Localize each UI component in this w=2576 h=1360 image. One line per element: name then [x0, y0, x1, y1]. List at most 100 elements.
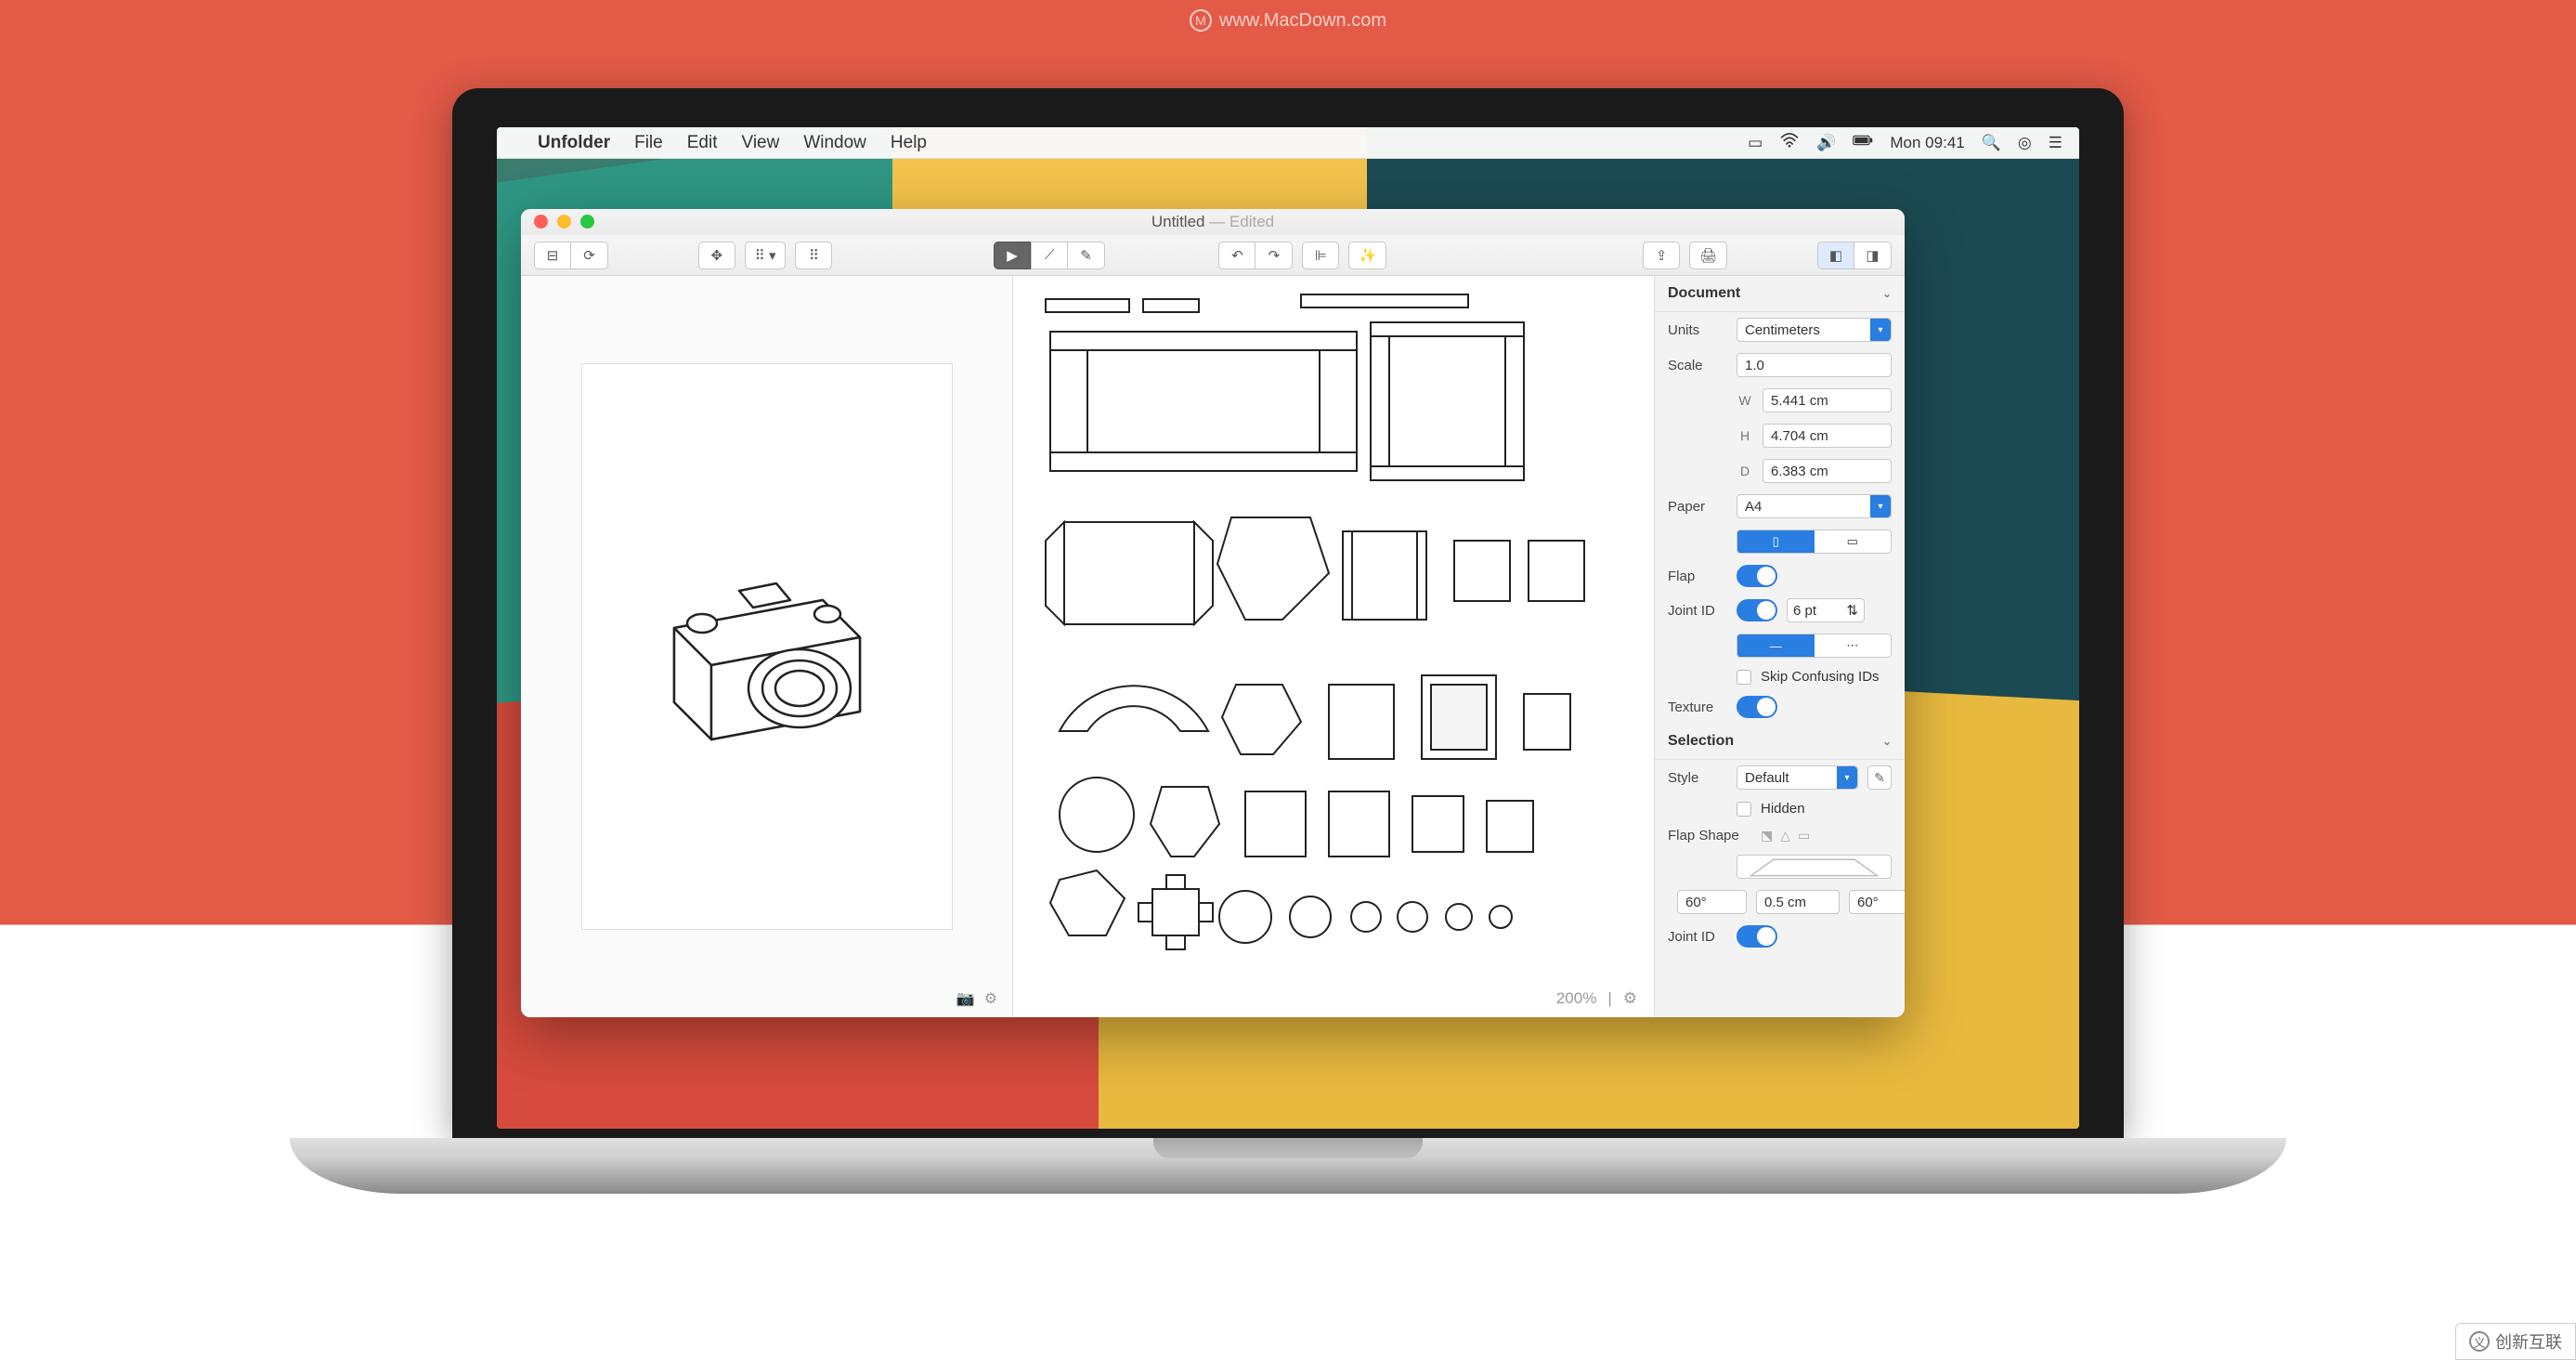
section-document-header[interactable]: Document ⌄	[1655, 276, 1905, 312]
scale-label: Scale	[1668, 358, 1727, 373]
grid-dropdown-button[interactable]: ⠿ ▾	[745, 242, 787, 269]
panel-right-button[interactable]: ◨	[1854, 242, 1892, 269]
jointid-style-b[interactable]: ⋯	[1815, 634, 1892, 657]
menu-file[interactable]: File	[634, 133, 663, 153]
window-title: Untitled — Edited	[1151, 213, 1274, 231]
texture-toggle[interactable]	[1737, 696, 1777, 718]
texture-label: Texture	[1668, 700, 1727, 715]
magic-button[interactable]: ✨	[1348, 242, 1386, 269]
sidebar-toggle-button[interactable]: ⊟	[534, 242, 571, 269]
move-tool-button[interactable]: ✥	[698, 242, 735, 269]
refresh-button[interactable]: ⟳	[571, 242, 608, 269]
portrait-icon[interactable]: ▯	[1737, 530, 1815, 553]
orientation-segment[interactable]: ▯ ▭	[1737, 530, 1892, 554]
zoom-level[interactable]: 200%	[1556, 989, 1596, 1008]
watermark-icon: M	[1190, 9, 1212, 32]
macos-desktop: Unfolder File Edit View Window Help ▭ 🔊	[497, 127, 2079, 1129]
flap-tri-icon[interactable]: △	[1780, 828, 1790, 843]
hidden-label: Hidden	[1761, 801, 1805, 817]
menu-view[interactable]: View	[741, 133, 779, 153]
landscape-icon[interactable]: ▭	[1815, 530, 1892, 553]
units-label: Units	[1668, 322, 1727, 338]
laptop-notch	[1153, 1138, 1423, 1158]
paper-label: Paper	[1668, 499, 1727, 515]
camera-icon[interactable]: 📷	[956, 989, 975, 1008]
preview-footer-icons: 📷 ⚙	[956, 989, 997, 1008]
edit-tool-button[interactable]: ✎	[1068, 242, 1105, 269]
flapshape-label: Flap Shape	[1668, 828, 1751, 843]
flap-angle-left-input[interactable]: 60°	[1677, 890, 1747, 914]
print-button[interactable]: 🖨	[1689, 242, 1727, 269]
canvas-gear-icon[interactable]: ⚙	[1623, 989, 1637, 1008]
w-label: W	[1737, 393, 1753, 408]
panel-left-button[interactable]: ◧	[1817, 242, 1854, 269]
app-name[interactable]: Unfolder	[538, 133, 610, 153]
wifi-icon[interactable]	[1779, 133, 1800, 152]
menubar-clock[interactable]: Mon 09:41	[1890, 134, 1964, 152]
skip-ids-label: Skip Confusing IDs	[1761, 669, 1880, 685]
laptop-screen: Unfolder File Edit View Window Help ▭ 🔊	[452, 88, 2124, 1138]
flap-length-input[interactable]: 0.5 cm	[1756, 890, 1840, 914]
hidden-checkbox[interactable]	[1737, 802, 1751, 817]
sel-jointid-label: Joint ID	[1668, 929, 1727, 945]
depth-input[interactable]: 6.383 cm	[1763, 459, 1892, 483]
laptop-frame: Unfolder File Edit View Window Help ▭ 🔊	[452, 88, 2124, 1194]
chevron-down-icon: ⌄	[1882, 735, 1892, 748]
volume-icon[interactable]: 🔊	[1816, 134, 1836, 152]
flap-label: Flap	[1668, 569, 1727, 584]
d-label: D	[1737, 464, 1753, 478]
window-zoom-button[interactable]	[580, 215, 594, 229]
flap-rect-icon[interactable]: ▭	[1798, 828, 1810, 843]
siri-icon[interactable]: ◎	[2018, 134, 2032, 152]
jointid-style-a[interactable]: —	[1737, 634, 1815, 657]
jointid-style-segment[interactable]: — ⋯	[1737, 634, 1892, 658]
share-button[interactable]: ⇪	[1643, 242, 1680, 269]
style-select[interactable]: Default▾	[1737, 765, 1858, 790]
sel-jointid-toggle[interactable]	[1737, 925, 1777, 948]
corner-badge-text: 创新互联	[2495, 1329, 2562, 1353]
scale-input[interactable]: 1.0	[1737, 353, 1892, 377]
flap-angle-right-input[interactable]: 60°	[1849, 890, 1905, 914]
jointid-size-stepper[interactable]: 6 pt⇅	[1787, 598, 1865, 622]
menu-window[interactable]: Window	[803, 133, 866, 153]
section-selection-header[interactable]: Selection ⌄	[1655, 724, 1905, 760]
notif-icon[interactable]: ☰	[2049, 134, 2062, 152]
flap-trap-icon[interactable]: ⬔	[1761, 828, 1773, 843]
play-button[interactable]: ▶	[994, 242, 1031, 269]
apps-button[interactable]: ⠿	[795, 242, 832, 269]
traffic-lights	[534, 215, 594, 229]
units-select[interactable]: Centimeters▾	[1737, 318, 1892, 342]
gear-icon[interactable]: ⚙	[984, 989, 997, 1008]
eyedropper-button[interactable]: ✎	[1867, 765, 1892, 790]
flapshape-preview	[1737, 855, 1892, 879]
app-toolbar: ⊟ ⟳ ✥ ⠿ ▾ ⠿ ▶ ⟋ ✎	[521, 235, 1905, 276]
window-minimize-button[interactable]	[557, 215, 571, 229]
jointid-toggle[interactable]	[1737, 599, 1777, 621]
flap-toggle[interactable]	[1737, 565, 1777, 587]
window-titlebar[interactable]: Untitled — Edited	[521, 209, 1905, 235]
preview-3d-panel[interactable]: 📷 ⚙	[521, 276, 1013, 1017]
align-button[interactable]: ⊫	[1302, 242, 1339, 269]
jointid-label: Joint ID	[1668, 603, 1727, 619]
spotlight-icon[interactable]: 🔍	[1982, 134, 2001, 152]
window-close-button[interactable]	[534, 215, 548, 229]
unfold-canvas[interactable]: 200% | ⚙	[1013, 276, 1654, 1017]
rotate-left-button[interactable]: ↶	[1218, 242, 1255, 269]
corner-badge: 义 创新互联	[2455, 1323, 2576, 1360]
menu-help[interactable]: Help	[891, 133, 927, 153]
watermark: M www.MacDown.com	[1190, 9, 1386, 32]
airplay-icon[interactable]: ▭	[1748, 134, 1763, 152]
canvas-footer: 200% | ⚙	[1556, 989, 1637, 1008]
menu-edit[interactable]: Edit	[687, 133, 718, 153]
battery-icon[interactable]	[1853, 133, 1873, 152]
h-label: H	[1737, 428, 1753, 443]
rotate-right-button[interactable]: ↷	[1255, 242, 1293, 269]
skip-ids-checkbox[interactable]	[1737, 670, 1751, 685]
camera-model-icon	[628, 535, 906, 758]
section-selection-title: Selection	[1668, 733, 1734, 750]
height-input[interactable]: 4.704 cm	[1763, 424, 1892, 448]
paper-select[interactable]: A4▾	[1737, 494, 1892, 518]
width-input[interactable]: 5.441 cm	[1763, 388, 1892, 412]
work-area: 📷 ⚙	[521, 276, 1905, 1017]
pointer-tool-button[interactable]: ⟋	[1031, 242, 1068, 269]
